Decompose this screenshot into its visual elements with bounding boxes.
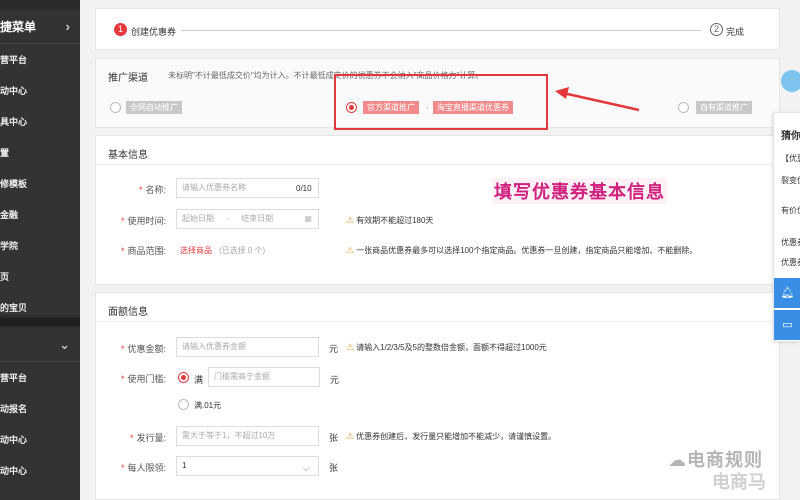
coupon-amount-input[interactable]: 请输入优惠券金额 bbox=[176, 337, 319, 357]
radio-threshold-penny[interactable] bbox=[178, 399, 189, 410]
amount-label: * 优惠金额: bbox=[120, 344, 166, 354]
limit-value: 1 bbox=[182, 461, 187, 470]
watermark-sub: 电商马 bbox=[712, 472, 766, 492]
section-title: 基本信息 bbox=[108, 150, 148, 161]
scope-label: * 商品范围: bbox=[120, 246, 166, 256]
time-warning: ⚠ 有效期不能超过180天 bbox=[346, 215, 434, 225]
panel-line[interactable]: 优惠券 bbox=[781, 237, 800, 248]
panel-line[interactable]: 裂变优 bbox=[781, 175, 800, 186]
calendar-icon: ▦ bbox=[304, 214, 312, 223]
sidebar-item[interactable]: 置 bbox=[0, 137, 80, 168]
radio-own-channel[interactable] bbox=[678, 102, 689, 113]
date-separator: - bbox=[226, 214, 229, 223]
divider bbox=[96, 164, 779, 165]
threshold-opt1-label: 满 bbox=[194, 375, 204, 385]
option-auto-promo[interactable]: 全网自动推广 bbox=[126, 101, 182, 114]
recommend-side-panel: 猜你 【优惠裂变优有价优优惠券优惠券 🔔︎ ▭ bbox=[773, 112, 800, 342]
threshold-unit: 元 bbox=[330, 375, 340, 385]
sidebar-divider bbox=[0, 318, 80, 326]
sidebar-item[interactable]: 动中心 bbox=[0, 424, 80, 455]
panel-line[interactable]: 有价优 bbox=[781, 205, 800, 216]
step-2-label: 完成 bbox=[726, 27, 745, 37]
divider bbox=[96, 321, 779, 322]
threshold-label: * 使用门槛: bbox=[120, 374, 166, 384]
radio-auto-promo[interactable] bbox=[110, 102, 121, 113]
left-sidebar: 捷菜单 › 营平台 动中心 具中心置修模板 金融 学院页的宝贝 ⌄ 营平台 动报名 动中心动… bbox=[0, 0, 80, 500]
sidebar-item[interactable]: 动中心 bbox=[0, 455, 80, 486]
wechat-icon: ☁︎ bbox=[668, 450, 687, 470]
step-progress-line bbox=[181, 30, 701, 31]
sidebar-group-2: ⌄ 营平台 动报名 动中心 动中心 bbox=[0, 328, 80, 500]
sidebar-group-title: 捷菜单 bbox=[0, 20, 37, 34]
highlight-box bbox=[334, 74, 548, 130]
chevron-down-icon: ⌵ bbox=[302, 463, 310, 474]
issue-unit: 张 bbox=[329, 433, 339, 443]
start-date-placeholder: 起始日期 bbox=[182, 214, 214, 223]
chat-icon[interactable]: ▭ bbox=[774, 310, 800, 340]
promo-channel-section: 推广渠道 未标明"不计最低成交价"均为计入。不计最低成交价的优惠券不会纳入"商品… bbox=[95, 58, 780, 130]
sidebar-item[interactable]: 动报名 bbox=[0, 393, 80, 424]
limit-label: * 每人限领: bbox=[120, 463, 166, 473]
time-label: * 使用时间: bbox=[120, 216, 166, 226]
annotation-text: 填写优惠券基本信息 bbox=[492, 178, 667, 204]
panel-title: 猜你 bbox=[781, 131, 800, 142]
sidebar-group-header[interactable]: ⌄ bbox=[0, 328, 80, 362]
sidebar-item[interactable]: 金融 bbox=[0, 199, 80, 230]
sidebar-item[interactable]: 具中心 bbox=[0, 106, 80, 137]
issue-warning: ⚠ 优惠券创建后，发行量只能增加不能减少，请谨慎设置。 bbox=[346, 431, 557, 441]
bell-icon[interactable]: 🔔︎ bbox=[774, 278, 800, 308]
steps-bar: 1 创建优惠券 2 完成 bbox=[95, 8, 780, 50]
basic-info-section: 基本信息 * 名称: 请输入优惠券名称 0/10 * 使用时间: 起始日期 - 结束… bbox=[95, 135, 780, 285]
step-1-label: 创建优惠券 bbox=[131, 27, 177, 37]
issue-label: * 发行量: bbox=[129, 433, 166, 443]
end-date-placeholder: 结束日期 bbox=[241, 214, 274, 223]
assistant-avatar[interactable] bbox=[781, 70, 800, 92]
select-products-link[interactable]: 选择商品 bbox=[180, 245, 212, 256]
chevron-right-icon: › bbox=[65, 19, 70, 34]
warning-icon: ⚠ bbox=[346, 342, 355, 352]
warning-icon: ⚠ bbox=[346, 215, 355, 225]
main-content: 1 创建优惠券 2 完成 推广渠道 未标明"不计最低成交价"均为计入。不计最低成… bbox=[95, 0, 780, 500]
amount-unit: 元 bbox=[329, 344, 339, 354]
sidebar-item[interactable]: 页 bbox=[0, 261, 80, 292]
limit-unit: 张 bbox=[329, 463, 339, 473]
chevron-down-icon: ⌄ bbox=[59, 336, 70, 352]
threshold-opt2-label: 满.01元 bbox=[194, 401, 222, 410]
sidebar-group-header[interactable]: 捷菜单 › bbox=[0, 10, 80, 44]
step-1-indicator: 1 bbox=[114, 23, 127, 36]
issue-quantity-input[interactable]: 需大于等于1，不超过10万 bbox=[176, 426, 319, 446]
section-title: 推广渠道 bbox=[108, 73, 148, 84]
selected-count: (已选择 0 个) bbox=[219, 246, 266, 255]
radio-threshold-min[interactable] bbox=[178, 372, 189, 383]
warning-icon: ⚠ bbox=[346, 245, 355, 255]
warning-icon: ⚠ bbox=[346, 431, 355, 441]
section-title: 面额信息 bbox=[108, 307, 148, 318]
sidebar-item[interactable]: 动中心 bbox=[0, 75, 80, 106]
sidebar-item[interactable]: 学院 bbox=[0, 230, 80, 261]
name-char-counter: 0/10 bbox=[296, 184, 312, 193]
name-label: * 名称: bbox=[138, 185, 166, 195]
per-person-limit-select[interactable]: 1 ⌵ bbox=[176, 456, 319, 476]
date-range-input[interactable]: 起始日期 - 结束日期 ▦ bbox=[176, 209, 319, 229]
option-own-channel[interactable]: 自有渠道推广 bbox=[696, 101, 752, 114]
sidebar-item[interactable]: 营平台 bbox=[0, 362, 80, 393]
annotation-arrow bbox=[555, 87, 640, 112]
sidebar-item[interactable]: 修模板 bbox=[0, 168, 80, 199]
step-2-indicator: 2 bbox=[710, 23, 723, 36]
threshold-input[interactable]: 门槛需高于金额 bbox=[208, 367, 320, 387]
scope-warning: ⚠ 一张商品优惠券最多可以选择100个指定商品。优惠券一旦创建，指定商品只能增加、… bbox=[346, 245, 698, 255]
panel-line[interactable]: 【优惠 bbox=[781, 153, 800, 164]
panel-line[interactable]: 优惠券 bbox=[781, 257, 800, 268]
sidebar-group-shortcuts: 捷菜单 › 营平台 动中心 具中心置修模板 金融 学院页的宝贝 bbox=[0, 10, 80, 315]
sidebar-item[interactable]: 营平台 bbox=[0, 44, 80, 75]
amount-warning: ⚠ 请输入1/2/3/5及5的整数倍金额，面额不得超过1000元 bbox=[346, 342, 547, 352]
